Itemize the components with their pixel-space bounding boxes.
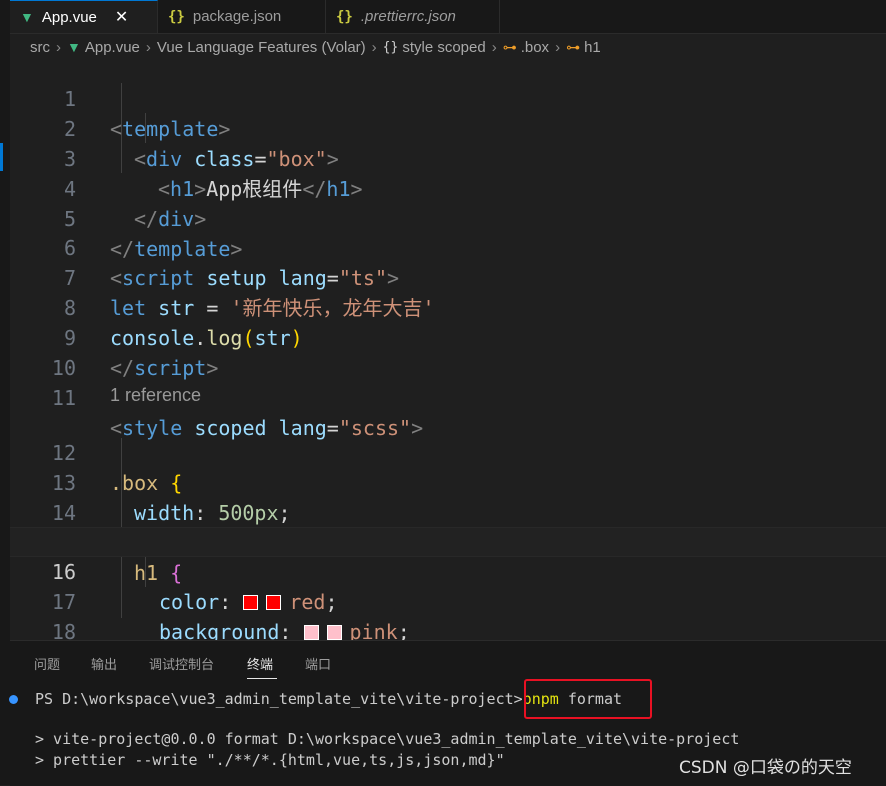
- tab-label: package.json: [192, 8, 282, 25]
- tab-label: .prettierrc.json: [360, 8, 456, 25]
- code-editor[interactable]: 1 <template> 2 <div class="box"> 3 <h1>A…: [10, 60, 886, 640]
- code-line: 7 let str = '新年快乐，龙年大吉': [10, 233, 886, 320]
- code-line: 10: [10, 323, 886, 380]
- breadcrumb-item[interactable]: App.vue: [85, 39, 140, 56]
- symbol-class-icon: ⊶: [502, 38, 517, 55]
- activity-bar: [0, 0, 10, 785]
- tab-label: App.vue: [41, 8, 97, 26]
- highlight-box: [524, 679, 652, 719]
- tab-output[interactable]: 输出: [91, 654, 117, 673]
- breadcrumb-item[interactable]: h1: [584, 39, 601, 56]
- code-line-current: 16 color: red;: [10, 527, 886, 614]
- active-tab-underline: [247, 678, 277, 679]
- json-braces-icon: {}: [168, 8, 185, 25]
- code-line: 14 height: 500px;: [10, 468, 886, 555]
- chevron-right-icon: ›: [56, 38, 61, 56]
- chevron-right-icon: ›: [145, 38, 151, 56]
- tab-debug-console[interactable]: 调试控制台: [149, 654, 214, 673]
- code-line: 2 <div class="box">: [10, 84, 886, 171]
- code-line: 6 <script setup lang="ts">: [10, 203, 886, 290]
- vue-icon: ▼: [67, 39, 81, 55]
- chevron-right-icon: ›: [491, 38, 497, 56]
- tab-ports[interactable]: 端口: [305, 654, 331, 673]
- watermark: CSDN @口袋の的天空: [679, 758, 852, 778]
- breadcrumb: src › ▼ App.vue › Vue Language Features …: [10, 34, 886, 60]
- breadcrumb-item[interactable]: src: [30, 39, 50, 56]
- code-line: 17 background: pink;: [10, 557, 886, 640]
- code-line: 18 }: [10, 587, 886, 640]
- code-line: 1 <template>: [10, 60, 886, 141]
- tab-prettierrc-json[interactable]: {} .prettierrc.json: [326, 0, 500, 33]
- code-line: 3 <h1>App根组件</h1>: [10, 114, 886, 201]
- breadcrumb-item[interactable]: style scoped: [402, 39, 485, 56]
- tab-problems[interactable]: 问题: [34, 654, 60, 673]
- code-line: 8 console.log(str): [10, 263, 886, 350]
- code-line: 11 <style scoped lang="scss">: [10, 353, 886, 440]
- tab-package-json[interactable]: {} package.json: [158, 0, 326, 33]
- breadcrumb-item[interactable]: Vue Language Features (Volar): [157, 39, 366, 56]
- terminal-prompt: PS D:\workspace\vue3_admin_template_vite…: [35, 690, 523, 708]
- chevron-right-icon: ›: [555, 38, 561, 56]
- code-line: 13 width: 500px;: [10, 438, 886, 525]
- code-line: 4 </div>: [10, 144, 886, 231]
- tab-app-vue[interactable]: ▼ App.vue ✕: [10, 0, 158, 33]
- code-line: 12 .box {: [10, 408, 886, 495]
- tab-terminal[interactable]: 终端: [247, 654, 273, 673]
- close-icon[interactable]: ✕: [115, 7, 128, 27]
- active-indicator: [0, 143, 3, 171]
- editor-tab-bar: ▼ App.vue ✕ {} package.json {} .prettier…: [10, 0, 886, 34]
- chevron-right-icon: ›: [371, 38, 377, 56]
- code-line: 19 }: [10, 617, 886, 640]
- code-line: 15 h1 {: [10, 498, 886, 585]
- terminal-output-line: > prettier --write "./**/*.{html,vue,ts,…: [35, 751, 505, 769]
- command-status-dot-icon[interactable]: [9, 695, 18, 704]
- vue-icon: ▼: [20, 9, 34, 25]
- terminal-output-line: > vite-project@0.0.0 format D:\workspace…: [35, 730, 740, 748]
- code-line: 9 </script>: [10, 293, 886, 380]
- json-braces-icon: {}: [336, 8, 353, 25]
- code-line: 5 </template>: [10, 174, 886, 261]
- symbol-class-icon: ⊶: [566, 38, 581, 55]
- braces-icon: {}: [382, 39, 399, 55]
- codelens-references[interactable]: 1 reference: [110, 385, 201, 406]
- breadcrumb-item[interactable]: .box: [521, 39, 549, 56]
